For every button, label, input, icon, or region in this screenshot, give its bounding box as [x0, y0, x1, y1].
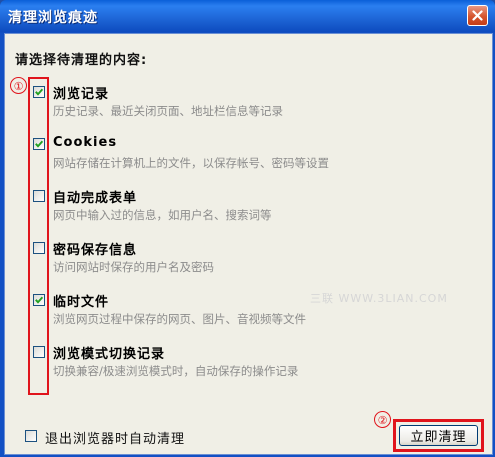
option-title: 浏览记录	[53, 87, 110, 102]
dialog-window: 清理浏览痕迹 请选择待清理的内容: ① 浏览记录 历史记录、最近关闭页面、地址栏…	[0, 0, 495, 457]
close-button[interactable]	[467, 5, 488, 26]
annotation-marker-2: ②	[374, 411, 391, 428]
option-description: 网站存储在计算机上的文件，以保存帐号、密码等设置	[53, 156, 329, 170]
option-description: 浏览网页过程中保存的网页、图片、音视频等文件	[53, 312, 306, 326]
checkbox-mode-switch-records[interactable]	[33, 346, 45, 358]
option-title: 自动完成表单	[53, 191, 138, 206]
annotation-highlight-button: 立即清理	[393, 419, 484, 452]
clean-now-button[interactable]: 立即清理	[399, 425, 478, 446]
dialog-content: 请选择待清理的内容: ① 浏览记录 历史记录、最近关闭页面、地址栏信息等记录 C…	[4, 33, 493, 455]
checkbox-saved-passwords[interactable]	[33, 242, 45, 254]
option-title: Cookies	[53, 135, 118, 150]
checkbox-auto-clean-on-exit[interactable]	[25, 430, 37, 442]
title-bar[interactable]: 清理浏览痕迹	[0, 0, 495, 33]
checkbox-cookies[interactable]	[33, 138, 45, 150]
check-icon	[35, 140, 44, 148]
option-description: 历史记录、最近关闭页面、地址栏信息等记录	[53, 104, 283, 118]
watermark-text: 三联 WWW.3LIAN.COM	[310, 292, 448, 305]
close-icon	[472, 10, 483, 21]
option-description: 切换兼容/极速浏览模式时，自动保存的操作记录	[53, 364, 299, 378]
auto-clean-label: 退出浏览器时自动清理	[45, 432, 186, 447]
option-description: 网页中输入过的信息，如用户名、搜索词等	[53, 208, 272, 222]
checkbox-autofill-forms[interactable]	[33, 190, 45, 202]
check-icon	[35, 296, 44, 304]
checkbox-temp-files[interactable]	[33, 294, 45, 306]
annotation-marker-1: ①	[10, 77, 27, 94]
check-icon	[35, 88, 44, 96]
section-heading: 请选择待清理的内容:	[15, 53, 148, 68]
window-title: 清理浏览痕迹	[8, 10, 98, 26]
option-description: 访问网站时保存的用户名及密码	[53, 260, 214, 274]
option-title: 临时文件	[53, 295, 110, 310]
option-title: 密码保存信息	[53, 243, 138, 258]
option-title: 浏览模式切换记录	[53, 347, 166, 362]
checkbox-browsing-history[interactable]	[33, 86, 45, 98]
